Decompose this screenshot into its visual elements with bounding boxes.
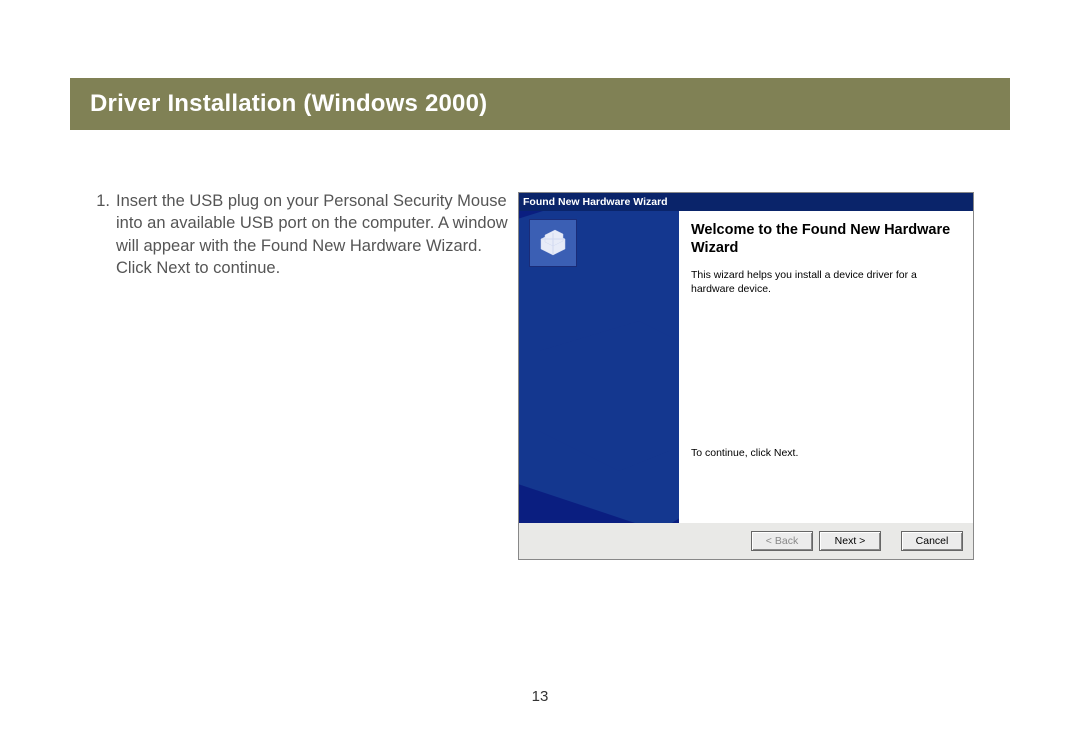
hardware-icon	[529, 219, 577, 267]
step-1: 1. Insert the USB plug on your Personal …	[92, 190, 512, 279]
document-page: Driver Installation (Windows 2000) 1. In…	[0, 0, 1080, 752]
window-titlebar: Found New Hardware Wizard	[519, 193, 973, 211]
wizard-screenshot: Found New Hardware Wizard	[518, 192, 974, 560]
wizard-heading: Welcome to the Found New Hardware Wizard	[691, 221, 961, 257]
wizard-description: This wizard helps you install a device d…	[691, 269, 961, 296]
instruction-block: 1. Insert the USB plug on your Personal …	[92, 190, 512, 279]
page-number: 13	[0, 688, 1080, 705]
wizard-button-row: < Back Next > Cancel	[519, 523, 973, 559]
section-title: Driver Installation (Windows 2000)	[90, 90, 487, 118]
back-button[interactable]: < Back	[751, 531, 813, 551]
section-banner: Driver Installation (Windows 2000)	[70, 78, 1010, 130]
cancel-button[interactable]: Cancel	[901, 531, 963, 551]
wizard-body: Welcome to the Found New Hardware Wizard…	[519, 211, 973, 525]
next-button[interactable]: Next >	[819, 531, 881, 551]
wizard-right-pane: Welcome to the Found New Hardware Wizard…	[691, 221, 961, 459]
step-number: 1.	[92, 190, 116, 279]
wizard-continue-text: To continue, click Next.	[691, 447, 961, 459]
wizard-side-panel	[519, 211, 679, 525]
step-text: Insert the USB plug on your Personal Sec…	[116, 190, 512, 279]
